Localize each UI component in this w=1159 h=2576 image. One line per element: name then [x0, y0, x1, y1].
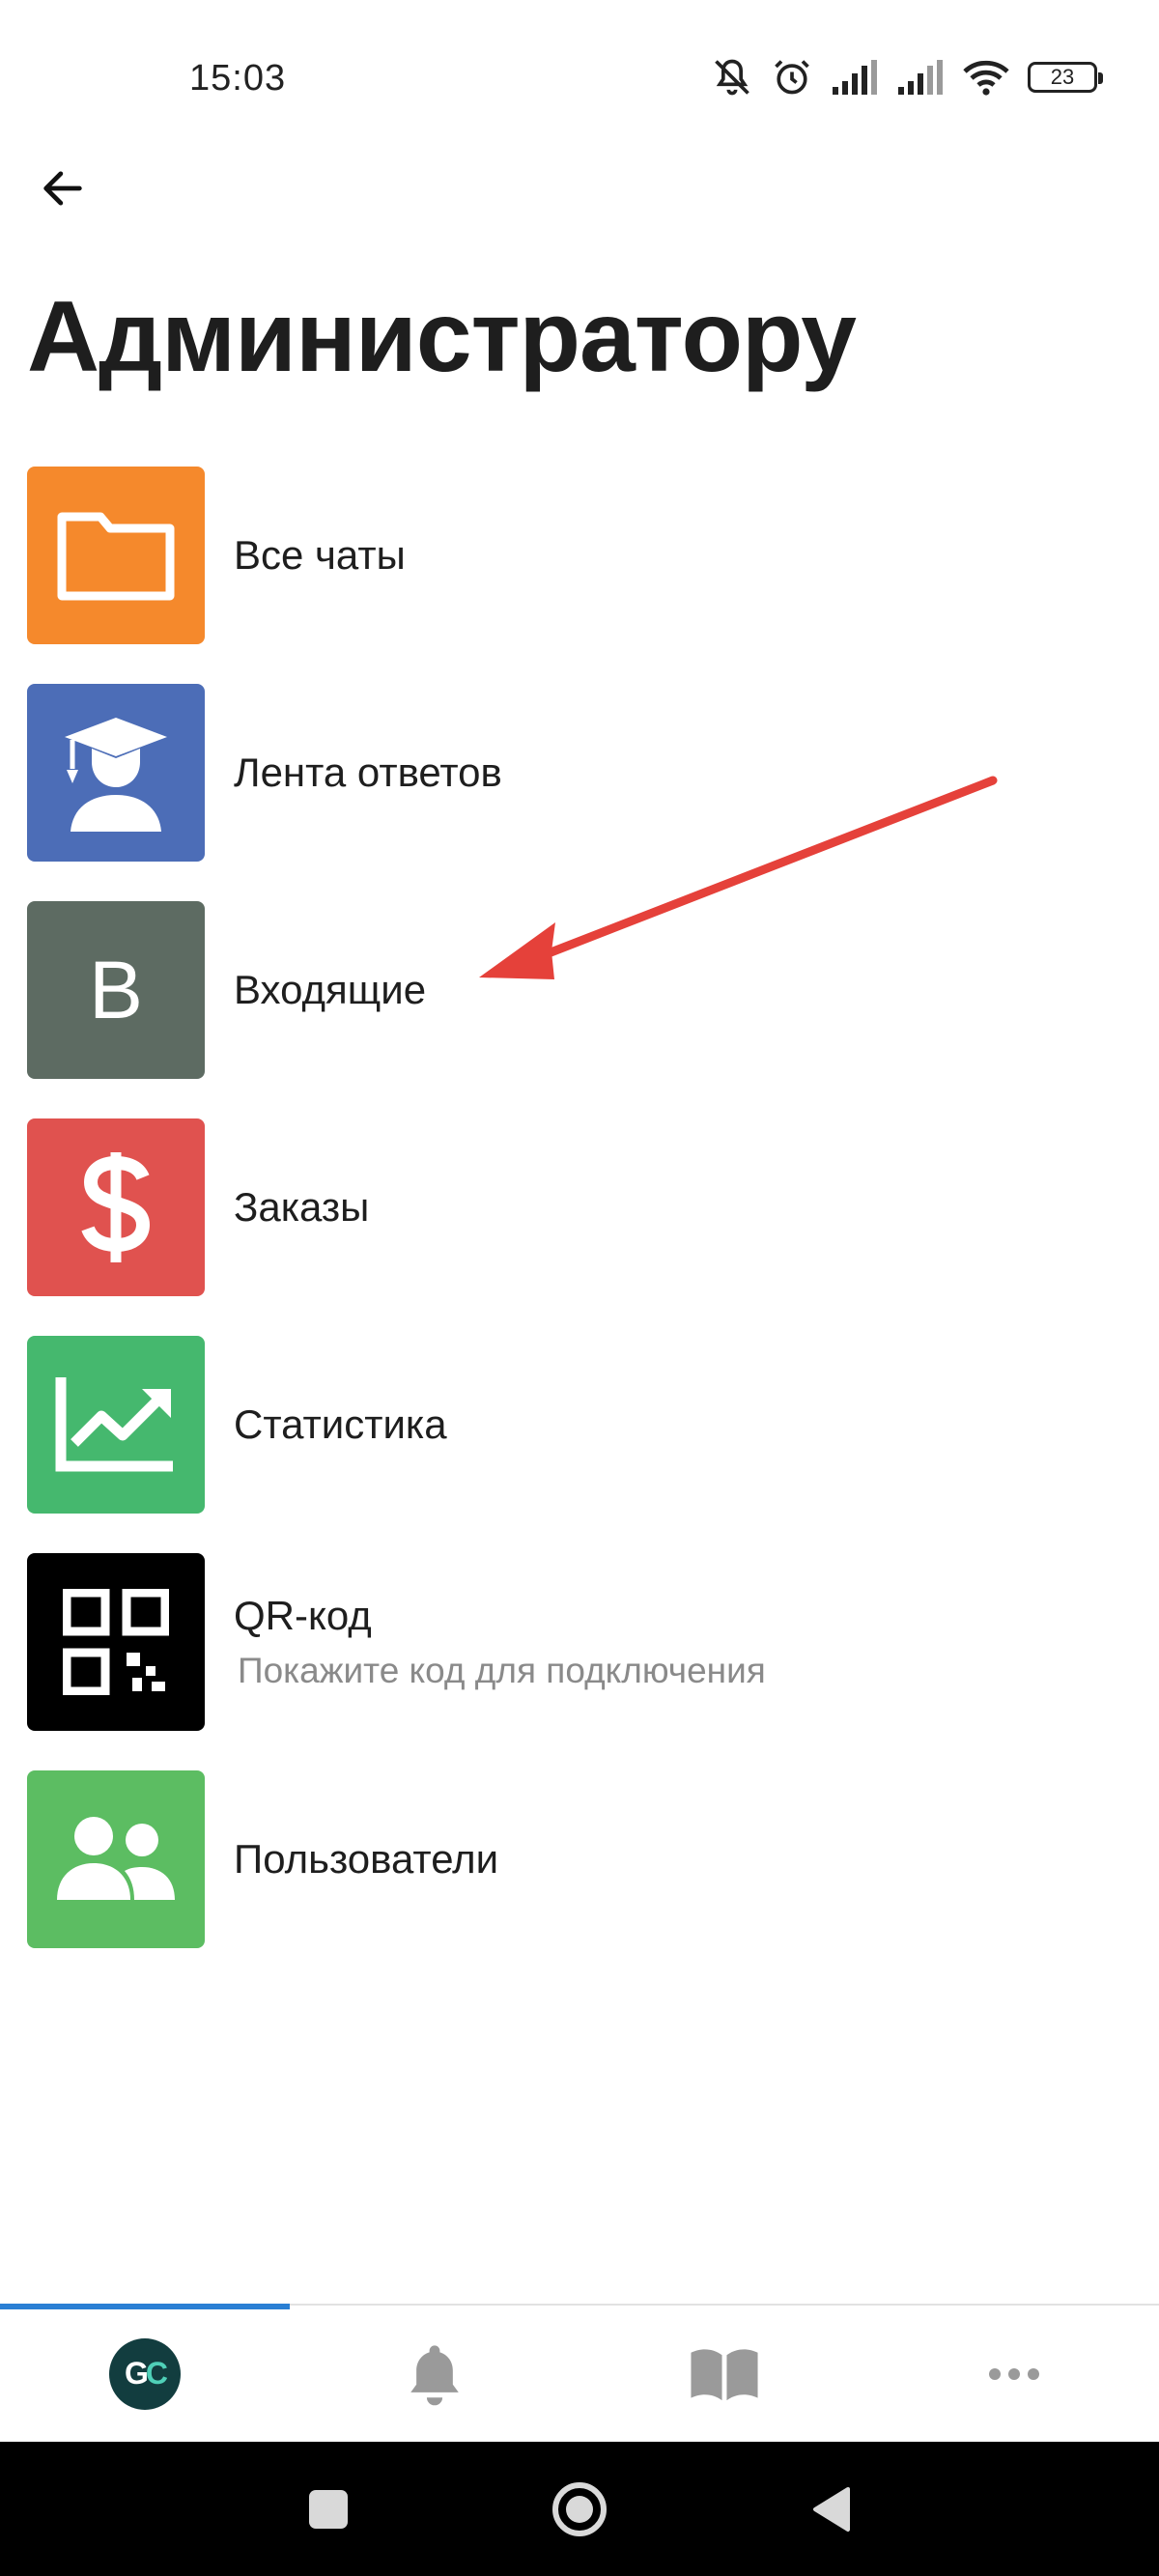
wifi-icon	[963, 60, 1009, 96]
menu-item-label: Входящие	[234, 967, 427, 1012]
system-back-button[interactable]	[790, 2469, 871, 2550]
menu-item-label: Статистика	[234, 1401, 447, 1447]
tab-home[interactable]: GC	[0, 2306, 290, 2442]
book-icon	[691, 2348, 758, 2400]
menu-item-sublabel: Покажите код для подключения	[238, 1651, 766, 1690]
users-icon	[27, 1770, 205, 1948]
menu-item-answers-feed[interactable]: Лента ответов	[0, 684, 1159, 901]
dollar-icon	[27, 1118, 205, 1296]
alarm-icon	[775, 60, 809, 95]
menu-item-qr-code[interactable]: QR-код Покажите код для подключения	[0, 1553, 1159, 1770]
menu-item-label: QR-код	[234, 1593, 372, 1638]
bell-icon	[410, 2344, 459, 2405]
status-icons: 23	[711, 56, 1103, 99]
tab-bar: GC	[0, 2304, 1159, 2442]
letter-icon: В	[27, 901, 205, 1079]
folder-icon	[27, 467, 205, 644]
signal-icon	[898, 60, 943, 95]
recent-apps-button[interactable]	[288, 2469, 369, 2550]
page-title: Администратору	[27, 281, 857, 393]
gc-logo-icon: GC	[109, 2337, 181, 2410]
menu-item-label: Лента ответов	[234, 750, 502, 795]
menu-item-inbox[interactable]: В Входящие	[0, 901, 1159, 1118]
system-nav-bar	[0, 2442, 1159, 2576]
muted-bell-icon	[715, 59, 749, 96]
back-button[interactable]	[29, 155, 97, 222]
battery-level: 23	[1050, 65, 1075, 89]
tab-more[interactable]	[869, 2306, 1159, 2442]
menu-item-label: Все чаты	[234, 532, 406, 578]
chart-trend-icon	[27, 1336, 205, 1514]
tab-library[interactable]	[580, 2306, 869, 2442]
graduate-icon	[27, 684, 205, 862]
home-icon	[552, 2482, 607, 2536]
menu-list: Все чаты Лента ответов В Входящие Заказы…	[0, 467, 1159, 1988]
more-dots-icon	[989, 2367, 1039, 2380]
back-triangle-icon	[813, 2487, 850, 2532]
logo-letter-c: C	[145, 2356, 168, 2391]
tab-notifications[interactable]	[290, 2306, 580, 2442]
recent-apps-icon	[309, 2490, 348, 2529]
status-bar: 15:03 23	[0, 0, 1159, 155]
arrow-left-icon	[43, 171, 82, 206]
menu-item-users[interactable]: Пользователи	[0, 1770, 1159, 1988]
inbox-letter: В	[88, 944, 144, 1035]
signal-icon	[833, 60, 877, 95]
menu-item-orders[interactable]: Заказы	[0, 1118, 1159, 1336]
home-button[interactable]	[539, 2469, 620, 2550]
menu-item-label: Пользователи	[234, 1836, 499, 1882]
battery-icon: 23	[1028, 62, 1103, 93]
menu-item-statistics[interactable]: Статистика	[0, 1336, 1159, 1553]
tab-active-indicator	[0, 2304, 290, 2309]
logo-letter-g: G	[125, 2356, 149, 2391]
menu-item-label: Заказы	[234, 1184, 370, 1230]
status-time: 15:03	[189, 58, 287, 99]
menu-item-all-chats[interactable]: Все чаты	[0, 467, 1159, 684]
qr-code-icon	[27, 1553, 205, 1731]
